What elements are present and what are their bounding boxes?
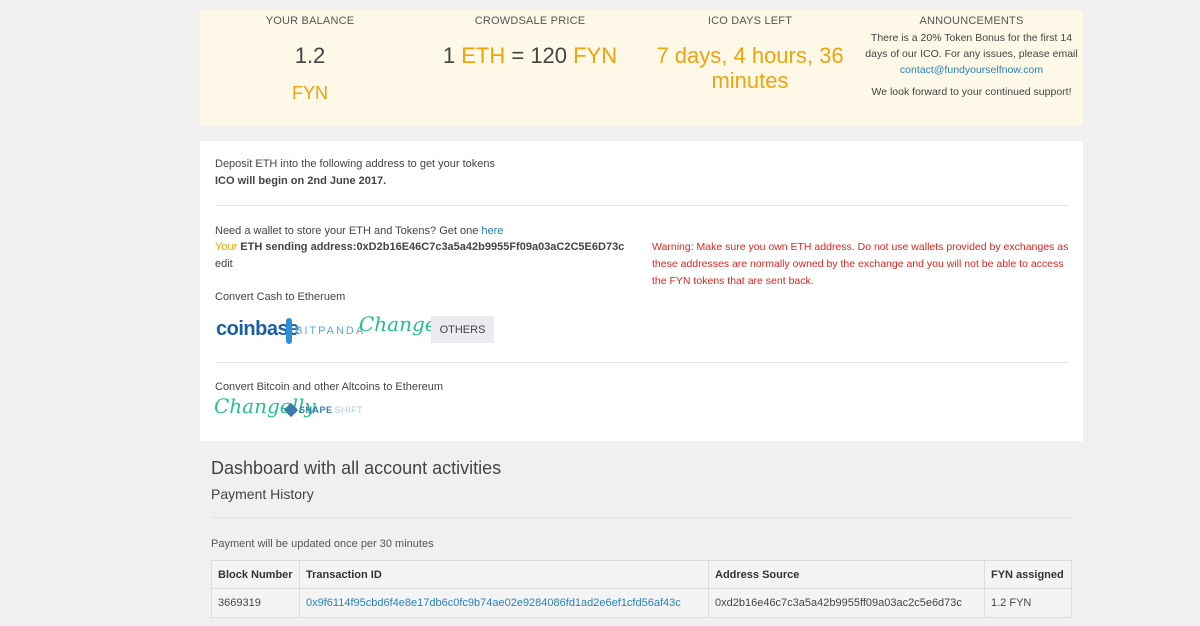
transaction-id-link[interactable]: 0x9f6114f95cbd6f4e8e17db6c0fc9b74ae02e92… (299, 588, 709, 618)
days-value: 7 days, 4 hours, 36 minutes (656, 43, 844, 93)
convert-altcoins-label: Convert Bitcoin and other Altcoins to Et… (215, 381, 444, 393)
deposit-panel: Deposit ETH into the following address t… (200, 141, 1083, 441)
shapeshift-wordmark-a: SHAPE (299, 405, 333, 415)
your-label: Your (215, 241, 238, 253)
col-fyn-assigned: FYN assigned (984, 560, 1072, 589)
dashboard-title: Dashboard with all account activities (211, 458, 502, 478)
address-source-cell: 0xd2b16e46c7c3a5a42b9955ff09a03ac2c5e6d7… (708, 588, 985, 618)
announcements-stat: ANNOUNCEMENTS There is a 20% Token Bonus… (860, 10, 1083, 98)
table-row: 3669319 0x9f6114f95cbd6f4e8e17db6c0fc9b7… (211, 588, 1072, 618)
wallet-question: Need a wallet to store your ETH and Toke… (215, 225, 503, 237)
shapeshift-wordmark-b: SHIFT (334, 405, 364, 415)
convert-cash-label: Convert Cash to Etheruem (215, 291, 346, 303)
sending-address-line: Your ETH sending address:0xD2b16E46C7c3a… (215, 241, 624, 253)
shapeshift-logo[interactable]: SHAPE SHIFT (283, 402, 364, 418)
payment-history-table: Block Number Transaction ID Address Sour… (211, 560, 1072, 618)
announcement-body: There is a 20% Token Bonus for the first… (865, 32, 1078, 60)
divider (215, 205, 1068, 206)
divider (211, 517, 1071, 518)
col-address-source: Address Source (708, 560, 985, 589)
payment-history-heading: Payment History (211, 486, 314, 502)
price-label: CROWDSALE PRICE (474, 15, 586, 27)
price-fyn-amount: 120 (530, 43, 568, 68)
price-value: 1 ETH = 120 FYN (420, 43, 640, 69)
announcement-support: We look forward to your continued suppor… (871, 86, 1072, 98)
days-stat: ICO DAYS LEFT 7 days, 4 hours, 36 minute… (640, 10, 860, 93)
stats-panel: YOUR BALANCE 1.2 FYN CROWDSALE PRICE 1 E… (200, 10, 1083, 126)
deposit-intro: Deposit ETH into the following address t… (215, 158, 496, 170)
price-eth-unit: ETH (461, 43, 506, 68)
announcements-label: ANNOUNCEMENTS (919, 15, 1024, 27)
edit-address-link[interactable]: edit (215, 258, 233, 270)
shapeshift-fox-icon (283, 402, 299, 418)
contact-email-link[interactable]: contact@fundyourselfnow.com (900, 64, 1043, 76)
price-stat: CROWDSALE PRICE 1 ETH = 120 FYN (420, 10, 640, 69)
sending-address-label: ETH sending address: (240, 241, 357, 253)
col-transaction-id: Transaction ID (299, 560, 709, 589)
block-number-cell: 3669319 (211, 588, 300, 618)
wallet-question-text: Need a wallet to store your ETH and Toke… (215, 225, 479, 237)
ico-begin-note: ICO will begin on 2nd June 2017. (215, 175, 387, 187)
bitpanda-mark-icon (286, 318, 292, 344)
bitpanda-wordmark: BITPANDA (295, 325, 366, 337)
divider (215, 362, 1068, 363)
bitpanda-logo[interactable]: BITPANDA (286, 315, 363, 347)
announcements-text: There is a 20% Token Bonus for the first… (860, 30, 1083, 78)
balance-unit: FYN (292, 83, 328, 103)
price-equals: = (511, 43, 525, 68)
price-eth-amount: 1 (442, 43, 456, 68)
fyn-assigned-cell: 1.2 FYN (984, 588, 1072, 618)
balance-label: YOUR BALANCE (265, 15, 355, 27)
price-fyn-unit: FYN (573, 43, 618, 68)
payment-update-note: Payment will be updated once per 30 minu… (211, 538, 434, 550)
others-button[interactable]: OTHERS (431, 316, 494, 343)
balance-value: 1.2 (294, 43, 326, 68)
balance-stat: YOUR BALANCE 1.2 FYN (200, 10, 420, 104)
sending-address-value: 0xD2b16E46C7c3a5a42b9955Ff09a03aC2C5E6D7… (356, 241, 625, 253)
col-block-number: Block Number (211, 560, 300, 589)
table-header-row: Block Number Transaction ID Address Sour… (211, 560, 1072, 589)
eth-address-warning: Warning: Make sure you own ETH address. … (652, 241, 1069, 287)
days-label: ICO DAYS LEFT (707, 15, 793, 27)
get-wallet-link[interactable]: here (481, 225, 503, 237)
